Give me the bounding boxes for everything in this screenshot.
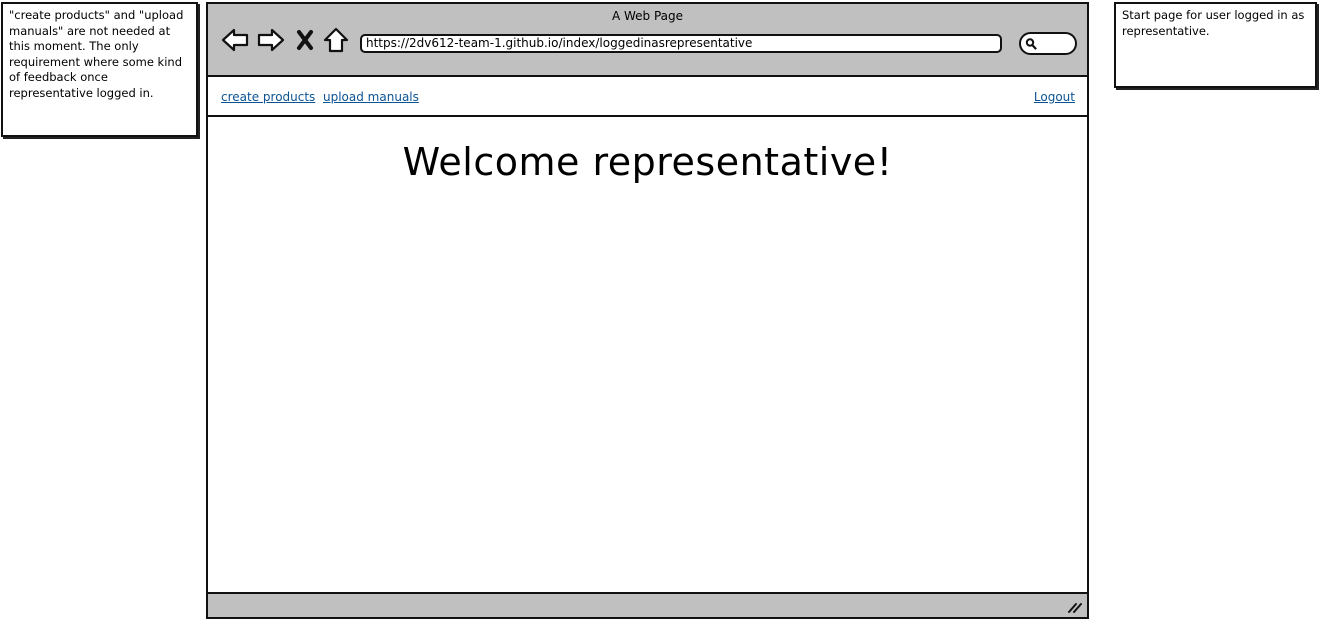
browser-titlebar: A Web Page https://2dv612-team-1.github.… [208,4,1087,77]
forward-arrow-icon[interactable] [257,26,285,54]
window-title: A Web Page [611,9,684,23]
logout-link[interactable]: Logout [1034,90,1075,104]
stop-icon[interactable] [295,26,315,54]
home-icon[interactable] [322,26,350,54]
browser-window: A Web Page https://2dv612-team-1.github.… [206,2,1089,619]
browser-statusbar [208,592,1087,617]
annotation-note-left: "create products" and "upload manuals" a… [1,2,198,137]
search-icon [1025,38,1037,50]
browser-search-field[interactable] [1019,32,1077,55]
annotation-note-right: Start page for user logged in as represe… [1114,2,1317,88]
nav-link-bar: create products upload manuals Logout [208,77,1087,117]
upload-manuals-link[interactable]: upload manuals [323,90,419,104]
resize-grip-icon[interactable] [1067,600,1083,614]
create-products-link[interactable]: create products [221,90,315,104]
welcome-heading: Welcome representative! [402,140,893,184]
url-input[interactable]: https://2dv612-team-1.github.io/index/lo… [360,34,1002,53]
back-arrow-icon[interactable] [221,26,249,54]
